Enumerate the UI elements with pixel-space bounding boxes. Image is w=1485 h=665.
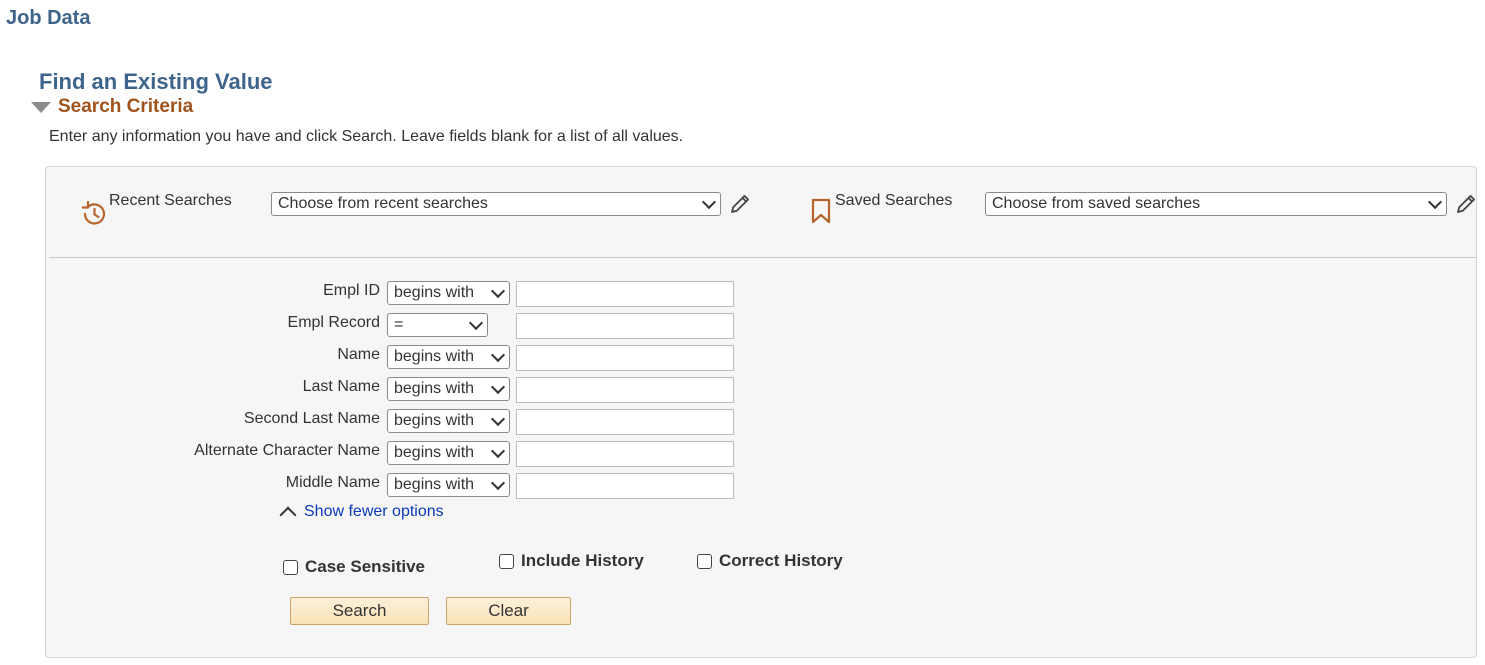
chevron-down-icon [490, 475, 506, 491]
correct-history-label: Correct History [719, 551, 843, 570]
clear-button[interactable]: Clear [446, 597, 571, 625]
alternate-character-name-operator[interactable]: begins with [387, 441, 510, 465]
history-icon [81, 200, 106, 225]
saved-searches-selected: Choose from saved searches [992, 195, 1201, 212]
middle-name-operator[interactable]: begins with [387, 473, 510, 497]
name-label: Name [337, 346, 380, 363]
show-fewer-options-text: Show fewer options [304, 503, 444, 520]
checkbox-box[interactable] [697, 553, 712, 569]
saved-searches-label: Saved Searches [835, 192, 953, 209]
panel-divider [49, 257, 1477, 258]
pencil-icon[interactable] [728, 192, 752, 216]
empl-record-input[interactable] [516, 313, 734, 339]
empl-record-label: Empl Record [287, 314, 380, 331]
chevron-down-icon [490, 283, 506, 299]
chevron-up-icon [279, 506, 297, 524]
correct-history-checkbox[interactable]: Correct History [697, 551, 843, 571]
chevron-down-icon [1427, 194, 1443, 210]
empl-record-operator[interactable]: = [387, 313, 488, 337]
pencil-icon[interactable] [1454, 192, 1478, 216]
operator-value: begins with [394, 284, 475, 301]
last-name-label: Last Name [302, 378, 380, 395]
case-sensitive-label: Case Sensitive [305, 557, 426, 576]
chevron-down-icon [468, 315, 484, 331]
operator-value: = [394, 316, 404, 333]
second-last-name-label: Second Last Name [243, 410, 380, 427]
page-title: Job Data [6, 7, 91, 29]
recent-searches-selected: Choose from recent searches [278, 195, 488, 212]
show-fewer-options-link[interactable]: Show fewer options [278, 503, 444, 524]
second-last-name-input[interactable] [516, 409, 734, 435]
middle-name-input[interactable] [516, 473, 734, 499]
search-button[interactable]: Search [290, 597, 429, 625]
triangle-down-icon [31, 101, 51, 113]
operator-value: begins with [394, 476, 475, 493]
last-name-operator[interactable]: begins with [387, 377, 510, 401]
second-last-name-operator[interactable]: begins with [387, 409, 510, 433]
saved-searches-select[interactable]: Choose from saved searches [985, 192, 1447, 216]
operator-value: begins with [394, 444, 475, 461]
name-operator[interactable]: begins with [387, 345, 510, 369]
find-existing-value-heading: Find an Existing Value [39, 69, 273, 94]
recent-searches-label: Recent Searches [109, 192, 232, 209]
recent-searches-select[interactable]: Choose from recent searches [271, 192, 721, 216]
alternate-character-name-label: Alternate Character Name [194, 442, 380, 459]
chevron-down-icon [490, 443, 506, 459]
empl-id-input[interactable] [516, 281, 734, 307]
alternate-character-name-input[interactable] [516, 441, 734, 467]
name-input[interactable] [516, 345, 734, 371]
include-history-checkbox[interactable]: Include History [499, 551, 644, 571]
empl-id-operator[interactable]: begins with [387, 281, 510, 305]
search-instructions: Enter any information you have and click… [49, 128, 684, 145]
operator-value: begins with [394, 412, 475, 429]
chevron-down-icon [490, 379, 506, 395]
bookmark-icon [811, 198, 831, 224]
operator-value: begins with [394, 348, 475, 365]
checkbox-box[interactable] [499, 553, 514, 569]
operator-value: begins with [394, 380, 475, 397]
include-history-label: Include History [521, 551, 644, 570]
chevron-down-icon [490, 347, 506, 363]
case-sensitive-checkbox[interactable]: Case Sensitive [283, 557, 425, 577]
chevron-down-icon [490, 411, 506, 427]
search-criteria-toggle[interactable]: Search Criteria [31, 96, 193, 118]
empl-id-label: Empl ID [323, 282, 380, 299]
chevron-down-icon [701, 194, 717, 210]
middle-name-label: Middle Name [285, 474, 380, 491]
search-criteria-label: Search Criteria [58, 96, 194, 117]
last-name-input[interactable] [516, 377, 734, 403]
checkbox-box[interactable] [283, 559, 298, 575]
